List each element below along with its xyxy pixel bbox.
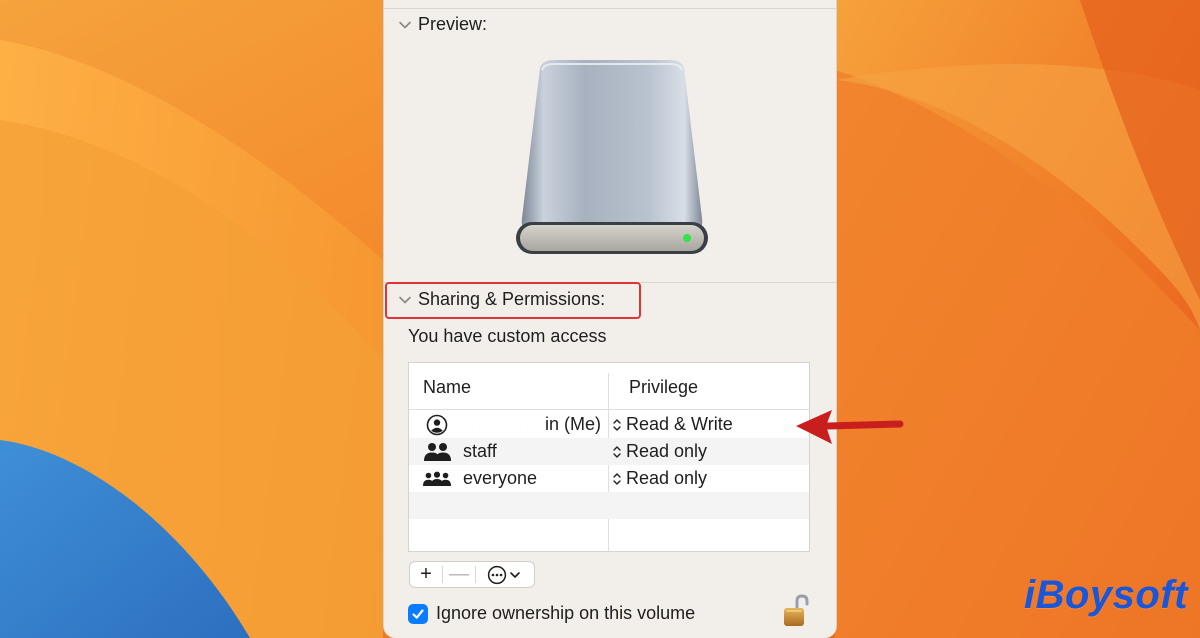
column-header-privilege[interactable]: Privilege xyxy=(629,377,698,398)
group-icon xyxy=(423,441,451,463)
ignore-ownership-option[interactable]: Ignore ownership on this volume xyxy=(408,603,695,624)
user-name: staff xyxy=(463,441,497,461)
up-down-stepper-icon xyxy=(613,418,621,431)
add-user-button[interactable]: + xyxy=(410,562,442,587)
access-status-text: You have custom access xyxy=(408,326,607,346)
checkmark-icon xyxy=(412,608,424,619)
up-down-stepper-icon xyxy=(613,472,621,485)
privilege-value: Read & Write xyxy=(626,414,733,434)
person-icon xyxy=(423,414,451,436)
annotation-arrow xyxy=(796,410,904,444)
padlock-unlocked-icon[interactable] xyxy=(782,594,810,628)
privilege-value: Read only xyxy=(626,468,708,488)
empty-row xyxy=(409,519,809,546)
up-down-stepper-icon xyxy=(613,445,621,458)
privilege-popup[interactable]: Read only xyxy=(608,468,707,489)
user-name: in (Me) xyxy=(545,414,602,434)
action-menu-button[interactable] xyxy=(476,562,532,587)
ignore-ownership-checkbox[interactable] xyxy=(408,603,428,624)
table-row[interactable]: staff Read only xyxy=(409,438,809,465)
redacted-name-mask xyxy=(459,417,541,438)
privilege-popup[interactable]: Read & Write xyxy=(608,414,733,435)
preview-section-header[interactable]: Preview: xyxy=(398,14,487,35)
column-header-name[interactable]: Name xyxy=(423,377,471,398)
remove-user-button[interactable]: — xyxy=(443,562,475,587)
permissions-table: Name Privilege in (Me) Read & Write staf… xyxy=(408,362,810,552)
sharing-section-header[interactable]: Sharing & Permissions: xyxy=(398,289,605,310)
brand-watermark: iBoysoft xyxy=(1024,573,1188,617)
external-drive-icon xyxy=(516,60,708,254)
user-name: everyone xyxy=(463,468,538,488)
preview-title: Preview: xyxy=(418,14,488,34)
top-divider xyxy=(384,8,836,9)
privilege-value: Read only xyxy=(626,441,708,461)
permissions-toolbar: + — xyxy=(409,561,535,588)
ignore-ownership-label: Ignore ownership on this volume xyxy=(436,603,696,623)
table-row[interactable]: everyone Read only xyxy=(409,465,809,492)
chevron-down-icon xyxy=(510,571,520,578)
info-panel: Preview: Sharing & Permissions: You have… xyxy=(383,0,837,638)
ellipsis-circle-icon xyxy=(487,565,507,584)
sharing-title: Sharing & Permissions: xyxy=(418,289,606,309)
chevron-down-icon xyxy=(399,296,411,303)
privilege-popup[interactable]: Read only xyxy=(608,441,707,462)
chevron-down-icon xyxy=(399,21,411,28)
header-divider xyxy=(409,409,809,410)
table-row[interactable]: in (Me) Read & Write xyxy=(409,411,809,438)
everyone-icon xyxy=(423,468,451,490)
empty-row xyxy=(409,492,809,519)
